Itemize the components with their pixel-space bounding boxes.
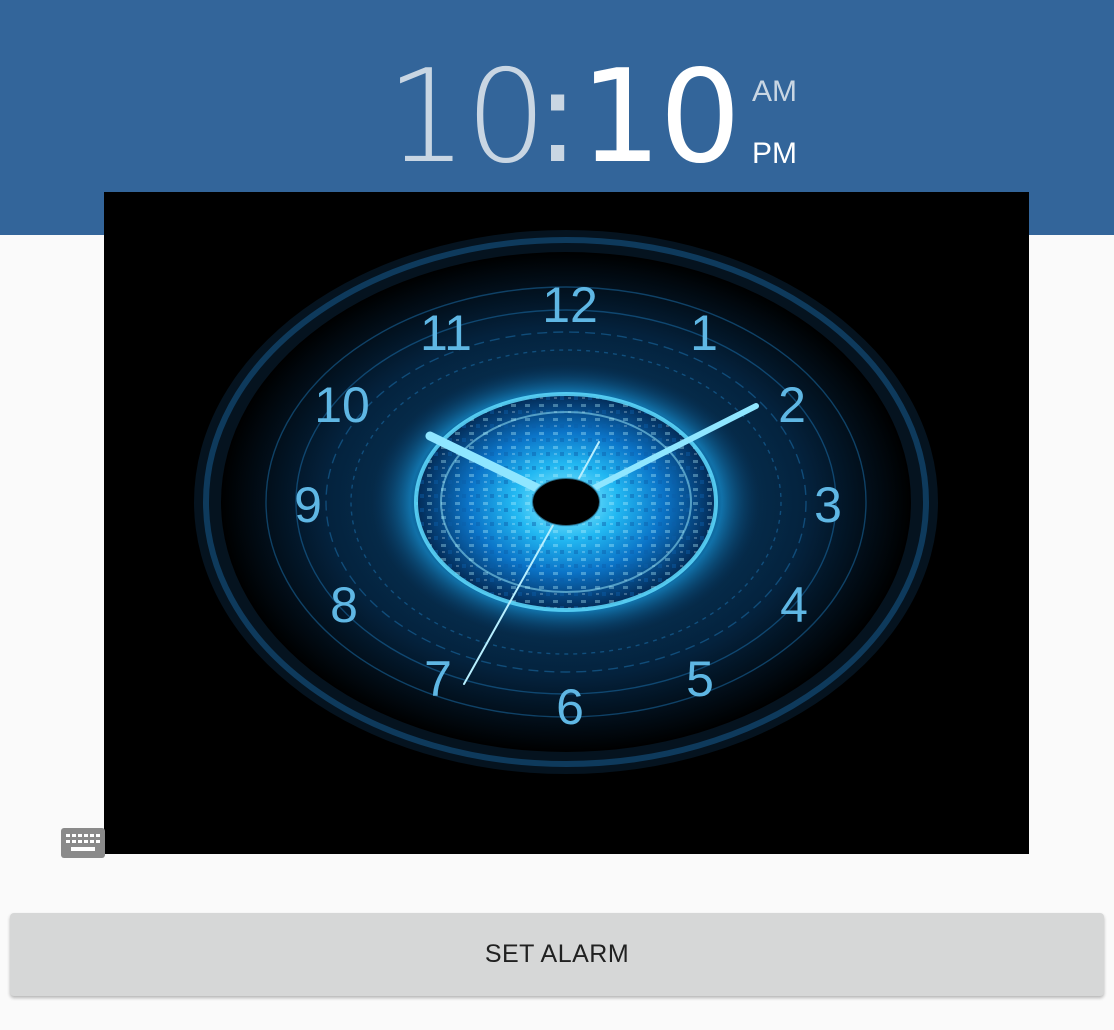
pm-toggle[interactable]: PM xyxy=(752,138,797,170)
clock-face-image: 12 1 2 3 4 5 6 7 8 9 10 11 xyxy=(104,192,1029,854)
time-display: 10 : 10 AM PM xyxy=(0,48,1114,188)
numeral-3: 3 xyxy=(814,477,842,533)
numeral-9: 9 xyxy=(294,477,322,533)
hour-field[interactable]: 10 xyxy=(386,48,547,188)
clock-face-svg: 12 1 2 3 4 5 6 7 8 9 10 11 xyxy=(194,230,938,774)
keyboard-icon[interactable] xyxy=(61,828,105,858)
numeral-10: 10 xyxy=(314,377,370,433)
numeral-1: 1 xyxy=(690,305,718,361)
numeral-4: 4 xyxy=(780,577,808,633)
numeral-12: 12 xyxy=(542,277,598,333)
numeral-7: 7 xyxy=(424,651,452,707)
numeral-8: 8 xyxy=(330,577,358,633)
set-alarm-button[interactable]: SET ALARM xyxy=(10,913,1104,996)
numeral-5: 5 xyxy=(686,651,714,707)
am-toggle[interactable]: AM xyxy=(752,76,797,108)
minute-field[interactable]: 10 xyxy=(580,48,741,188)
time-separator: : xyxy=(536,43,580,192)
numeral-2: 2 xyxy=(778,377,806,433)
numeral-11: 11 xyxy=(420,305,472,361)
numeral-6: 6 xyxy=(556,679,584,735)
